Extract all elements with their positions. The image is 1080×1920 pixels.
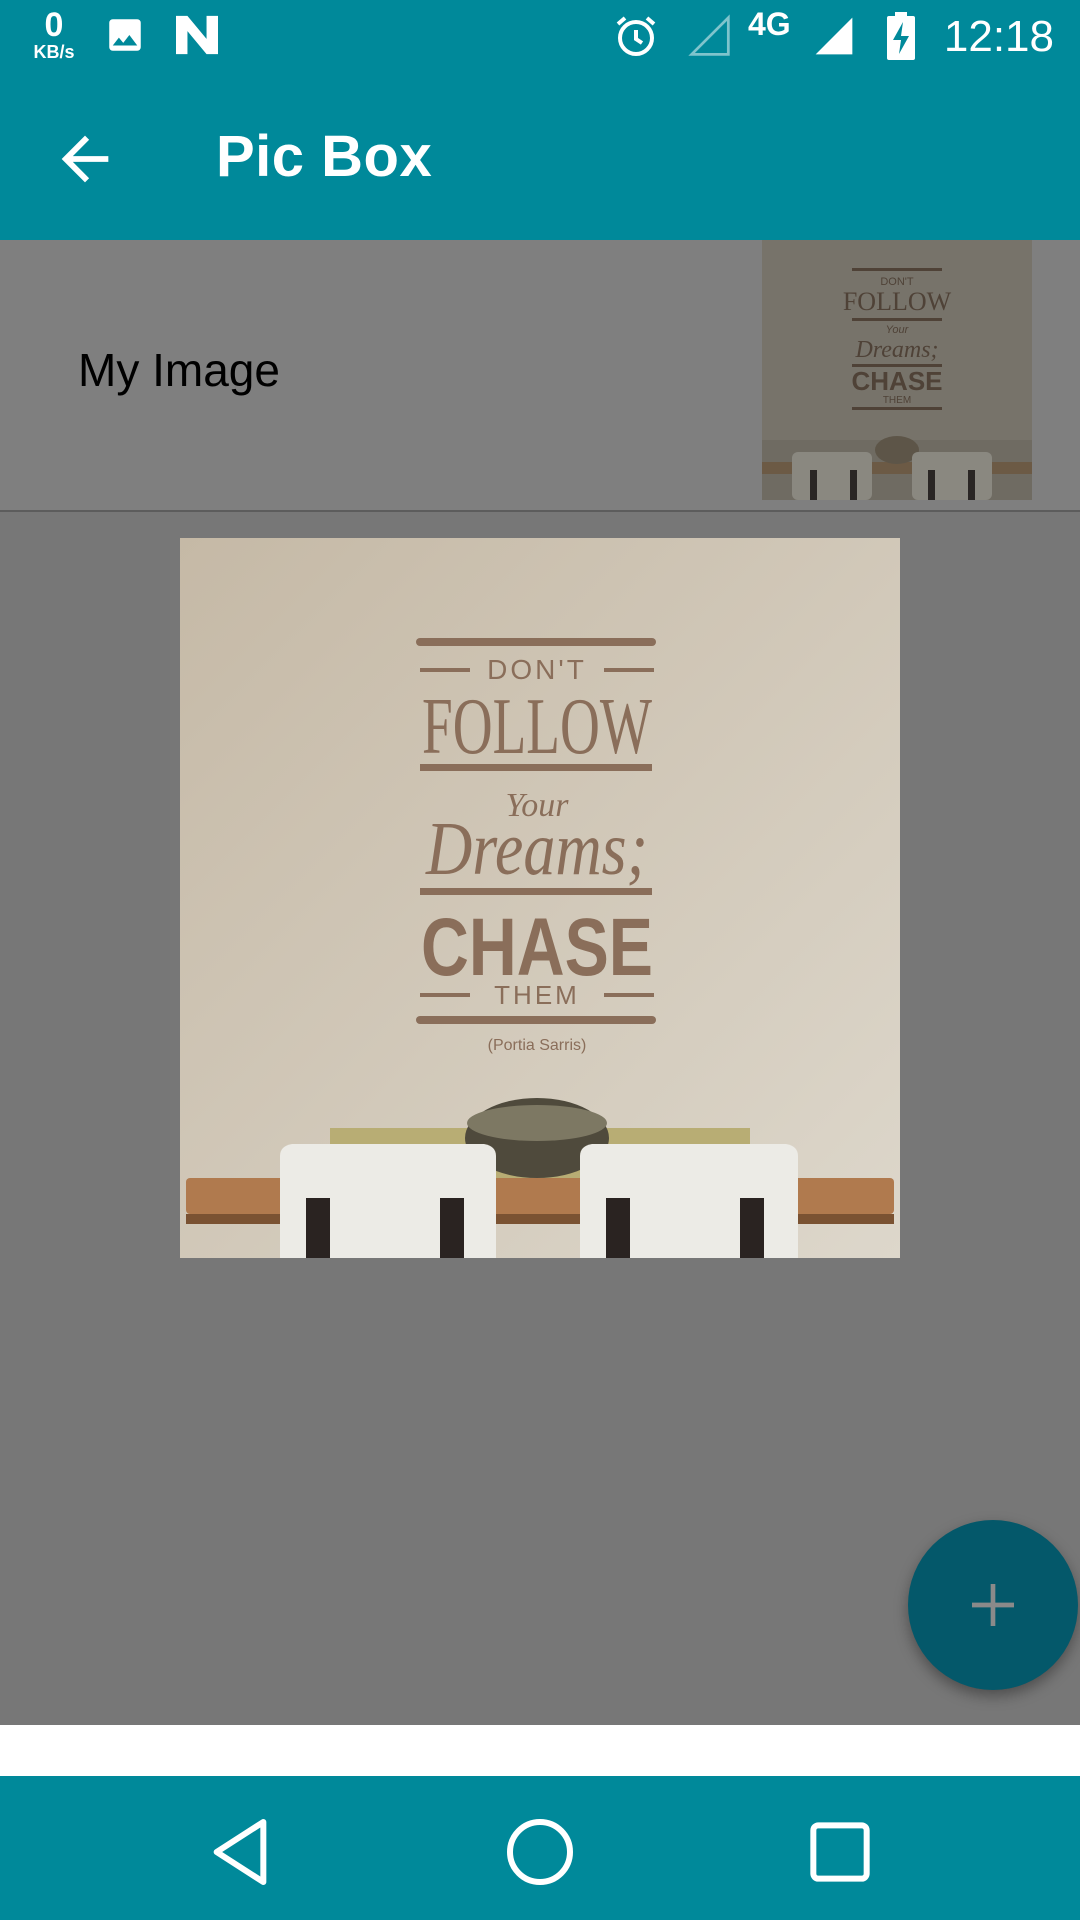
image-preview[interactable]: DON'T FOLLOW Your Dreams; CHASE THEM (Po… xyxy=(180,538,900,1258)
svg-text:FOLLOW: FOLLOW xyxy=(843,287,952,316)
n-logo-icon xyxy=(176,15,218,55)
signal-full-icon xyxy=(815,17,853,55)
app-title: Pic Box xyxy=(216,124,433,189)
signal-empty-icon xyxy=(688,14,730,56)
battery-charging-icon xyxy=(887,12,915,60)
svg-text:THEM: THEM xyxy=(883,395,911,406)
list-item[interactable]: My Image DON'T FOLLOW Your Dreams; CHASE… xyxy=(0,240,1080,512)
home-circle-icon[interactable] xyxy=(500,1812,580,1892)
poster-illustration: DON'T FOLLOW Your Dreams; CHASE THEM (Po… xyxy=(180,538,900,1258)
poster-line-dreams: Dreams; xyxy=(425,807,648,891)
add-button[interactable] xyxy=(908,1520,1078,1690)
list-item-label: My Image xyxy=(78,344,280,396)
svg-text:Dreams;: Dreams; xyxy=(854,337,938,363)
alarm-icon xyxy=(616,16,656,56)
network-type-label: 4G xyxy=(748,6,791,42)
poster-attribution: (Portia Sarris) xyxy=(488,1037,587,1054)
svg-text:Your: Your xyxy=(886,324,910,336)
clock: 12:18 xyxy=(943,12,1054,61)
image-icon xyxy=(109,19,141,51)
network-speed-value: 0 xyxy=(44,6,64,44)
poster-line-dont: DON'T xyxy=(487,654,587,685)
status-bar: 0 KB/s 4G 12:18 xyxy=(0,0,1080,72)
poster-line-follow: FOLLOW xyxy=(422,683,652,771)
recents-square-icon[interactable] xyxy=(800,1812,880,1892)
app-bar: Pic Box xyxy=(0,72,1080,240)
bottom-strip xyxy=(0,1725,1080,1775)
svg-text:CHASE: CHASE xyxy=(851,366,942,396)
network-speed: 0 KB/s xyxy=(26,8,82,62)
network-speed-unit: KB/s xyxy=(33,42,75,62)
plus-icon xyxy=(972,1584,1014,1626)
content-scrim[interactable]: My Image DON'T FOLLOW Your Dreams; CHASE… xyxy=(0,240,1080,1725)
poster-line-them: THEM xyxy=(494,980,580,1010)
back-triangle-icon[interactable] xyxy=(200,1812,280,1892)
image-thumbnail[interactable]: DON'T FOLLOW Your Dreams; CHASE THEM xyxy=(762,240,1032,500)
arrow-back-icon[interactable] xyxy=(50,124,120,194)
navigation-bar xyxy=(0,1776,1080,1920)
